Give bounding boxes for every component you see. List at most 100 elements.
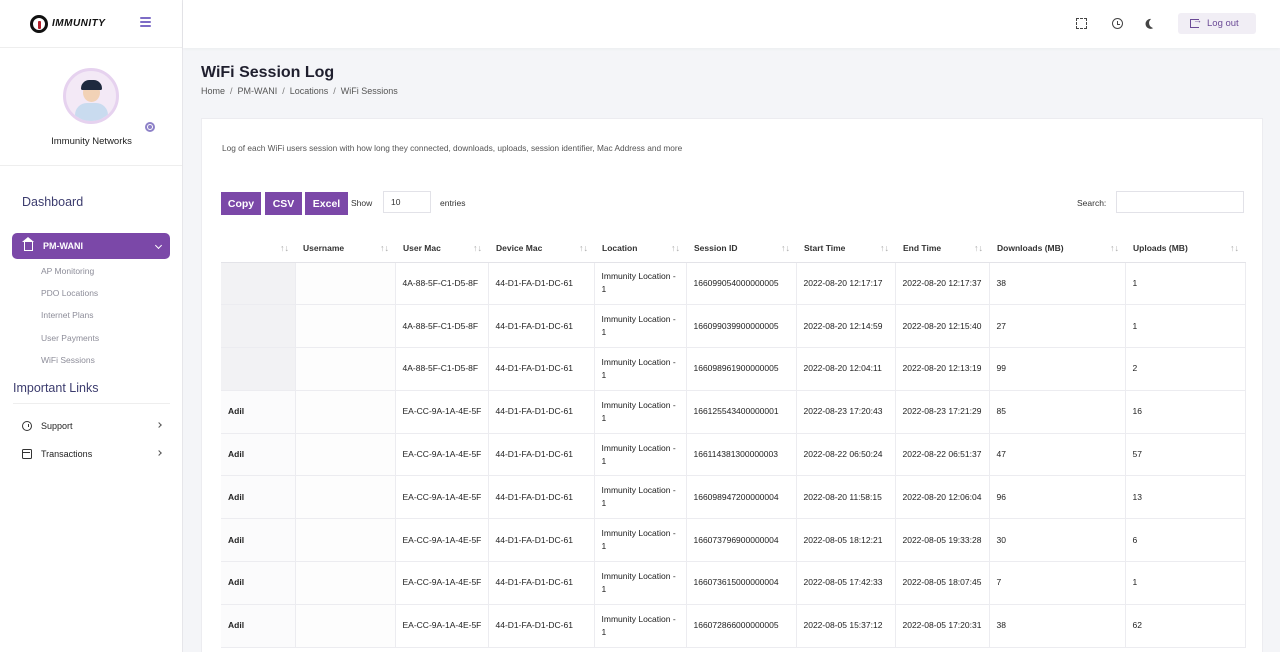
name-cell: Adil (221, 518, 296, 563)
column-header[interactable]: Uploads (MB) ↑↓ (1125, 234, 1245, 263)
username-cell (295, 304, 396, 349)
location-cell: Immunity Location - 1 (594, 433, 687, 477)
page-title: WiFi Session Log (201, 64, 335, 81)
card-icon (22, 449, 32, 459)
start-time-cell: 2022-08-05 17:42:33 (796, 561, 896, 605)
breadcrumb-pm-wani[interactable]: PM-WANI (238, 86, 278, 96)
sessions-table: ↑↓ Username ↑↓ User Mac ↑↓ Device Mac ↑↓ Locati… (221, 234, 1246, 648)
sidebar-link-support[interactable]: Support (22, 419, 167, 433)
sidebar-link-label: Transactions (41, 449, 93, 459)
table-row[interactable]: Adil EA-CC-9A-1A-4E-5F 44-D1-FA-D1-DC-61 Im… (221, 390, 1246, 434)
location-cell: Immunity Location - 1 (594, 304, 687, 349)
device-mac-cell: 44-D1-FA-D1-DC-61 (488, 304, 595, 349)
page-description: Log of each WiFi users session with how … (222, 143, 683, 153)
fullscreen-icon[interactable] (1076, 18, 1087, 29)
column-header[interactable]: End Time ↑↓ (895, 234, 989, 263)
logo-row: IMMUNITY (0, 0, 182, 48)
sidebar-subitem-wifi-sessions[interactable]: WiFi Sessions (41, 355, 95, 365)
sort-icon[interactable]: ↑↓ (1110, 243, 1119, 253)
column-header-label: End Time (903, 242, 942, 253)
sidebar-link-transactions[interactable]: Transactions (22, 447, 167, 461)
column-header[interactable]: Start Time ↑↓ (796, 234, 895, 263)
sidebar-item-pm-wani[interactable]: PM-WANI (12, 233, 170, 259)
table-header-row: ↑↓ Username ↑↓ User Mac ↑↓ Device Mac ↑↓ Locati… (221, 234, 1245, 263)
sidebar-subitem-user-payments[interactable]: User Payments (41, 333, 99, 343)
start-time-cell: 2022-08-22 06:50:24 (796, 433, 896, 477)
column-header-label: Device Mac (496, 242, 543, 253)
breadcrumb-locations[interactable]: Locations (290, 86, 329, 96)
column-header[interactable]: ↑↓ (221, 234, 295, 263)
table-row[interactable]: Adil EA-CC-9A-1A-4E-5F 44-D1-FA-D1-DC-61 Im… (221, 433, 1246, 477)
name-cell: Adil (221, 561, 296, 605)
user-mac-cell: EA-CC-9A-1A-4E-5F (395, 604, 489, 648)
menu-toggle-icon[interactable] (140, 17, 151, 27)
column-header[interactable]: Location ↑↓ (594, 234, 686, 263)
table-row[interactable]: 4A-88-5F-C1-D5-8F 44-D1-FA-D1-DC-61 Immuni… (221, 304, 1246, 349)
device-mac-cell: 44-D1-FA-D1-DC-61 (488, 347, 595, 391)
device-mac-cell: 44-D1-FA-D1-DC-61 (488, 390, 595, 434)
session-id-cell: 166099039900000005 (686, 304, 797, 349)
table-row[interactable]: 4A-88-5F-C1-D5-8F 44-D1-FA-D1-DC-61 Immuni… (221, 262, 1246, 306)
logo-icon (30, 14, 48, 33)
moon-icon[interactable] (1148, 17, 1161, 30)
breadcrumb-home[interactable]: Home (201, 86, 225, 96)
start-time-cell: 2022-08-23 17:20:43 (796, 390, 896, 434)
settings-icon[interactable] (145, 122, 155, 132)
location-cell: Immunity Location - 1 (594, 262, 687, 306)
excel-button[interactable]: Excel (305, 192, 348, 215)
column-header[interactable]: Downloads (MB) ↑↓ (989, 234, 1125, 263)
breadcrumb: Home / PM-WANI / Locations / WiFi Sessions (201, 86, 398, 96)
sort-icon[interactable]: ↑↓ (380, 243, 389, 253)
device-mac-cell: 44-D1-FA-D1-DC-61 (488, 475, 595, 520)
search-input[interactable] (1116, 191, 1244, 213)
sort-icon[interactable]: ↑↓ (974, 243, 983, 253)
sidebar-subitem-ap-monitoring[interactable]: AP Monitoring (41, 266, 94, 276)
sort-icon[interactable]: ↑↓ (280, 243, 289, 253)
device-mac-cell: 44-D1-FA-D1-DC-61 (488, 604, 595, 648)
logout-label: Log out (1207, 18, 1239, 29)
table-row[interactable]: Adil EA-CC-9A-1A-4E-5F 44-D1-FA-D1-DC-61 Im… (221, 561, 1246, 605)
username-cell (295, 262, 396, 306)
entries-select[interactable] (383, 191, 431, 213)
sort-icon[interactable]: ↑↓ (781, 243, 790, 253)
sidebar: IMMUNITY Immunity Networks Dashboard PM-… (0, 0, 183, 652)
sidebar-subitem-pdo-locations[interactable]: PDO Locations (41, 288, 98, 298)
sort-icon[interactable]: ↑↓ (671, 243, 680, 253)
chevron-down-icon (154, 241, 163, 250)
column-header[interactable]: User Mac ↑↓ (395, 234, 488, 263)
column-header[interactable]: Device Mac ↑↓ (488, 234, 594, 263)
location-cell: Immunity Location - 1 (594, 561, 687, 605)
sort-icon[interactable]: ↑↓ (880, 243, 889, 253)
table-row[interactable]: Adil EA-CC-9A-1A-4E-5F 44-D1-FA-D1-DC-61 Im… (221, 475, 1246, 520)
user-mac-cell: EA-CC-9A-1A-4E-5F (395, 433, 489, 477)
chevron-right-icon (156, 450, 162, 456)
sort-icon[interactable]: ↑↓ (579, 243, 588, 253)
uploads-cell: 57 (1125, 433, 1246, 477)
user-mac-cell: EA-CC-9A-1A-4E-5F (395, 475, 489, 520)
table-row[interactable]: Adil EA-CC-9A-1A-4E-5F 44-D1-FA-D1-DC-61 Im… (221, 518, 1246, 563)
downloads-cell: 30 (989, 518, 1126, 563)
copy-button[interactable]: Copy (221, 192, 261, 215)
downloads-cell: 38 (989, 604, 1126, 648)
column-header[interactable]: Session ID ↑↓ (686, 234, 796, 263)
column-header-label: Start Time (804, 242, 846, 253)
topbar: Log out (183, 0, 1280, 48)
logout-icon (1190, 15, 1202, 28)
sort-icon[interactable]: ↑↓ (1230, 243, 1239, 253)
sidebar-subitem-internet-plans[interactable]: Internet Plans (41, 310, 93, 320)
table-row[interactable]: Adil EA-CC-9A-1A-4E-5F 44-D1-FA-D1-DC-61 Im… (221, 604, 1246, 648)
downloads-cell: 85 (989, 390, 1126, 434)
end-time-cell: 2022-08-20 12:06:04 (895, 475, 990, 520)
table-row[interactable]: 4A-88-5F-C1-D5-8F 44-D1-FA-D1-DC-61 Immuni… (221, 347, 1246, 391)
sidebar-link-label: Support (41, 421, 73, 431)
sort-icon[interactable]: ↑↓ (473, 243, 482, 253)
start-time-cell: 2022-08-20 12:04:11 (796, 347, 896, 391)
important-links-title: Important Links (13, 381, 99, 395)
column-header[interactable]: Username ↑↓ (295, 234, 395, 263)
csv-button[interactable]: CSV (265, 192, 302, 215)
logout-button[interactable]: Log out (1178, 13, 1256, 34)
clock-icon[interactable] (1112, 18, 1123, 29)
uploads-cell: 1 (1125, 262, 1246, 306)
nav-dashboard[interactable]: Dashboard (22, 195, 83, 209)
avatar[interactable] (63, 68, 119, 124)
